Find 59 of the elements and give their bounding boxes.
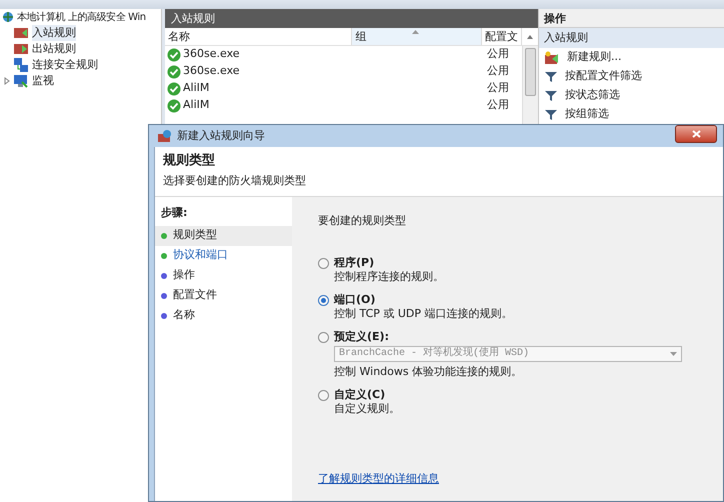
steps-title: 步骤: (160, 205, 188, 221)
rule-name: AliIM (182, 97, 210, 114)
action-link[interactable]: 按组筛选 (565, 106, 609, 123)
tree-item[interactable]: 入站规则 (32, 24, 76, 42)
option-description: 自定义规则。 (334, 402, 400, 416)
radio-button[interactable] (318, 332, 329, 342)
option-description: 控制程序连接的规则。 (334, 270, 444, 284)
option-label[interactable]: 程序(P) (334, 256, 444, 270)
option-label[interactable]: 端口(O) (334, 292, 513, 306)
action-link[interactable]: 按状态筛选 (565, 87, 620, 104)
step-item[interactable]: 配置文件 (155, 286, 292, 306)
radio-button[interactable] (318, 294, 329, 306)
panel-header: 入站规则 (165, 9, 538, 28)
step-item[interactable]: 名称 (155, 306, 292, 326)
rule-profile: 公用 (487, 97, 509, 114)
page-subheading: 选择要创建的防火墙规则类型 (163, 172, 307, 189)
panel-header: 操作 (539, 9, 724, 28)
rule-name: 360se.exe (182, 46, 241, 62)
column-header[interactable]: 配置文 (482, 28, 522, 45)
page-heading: 规则类型 (163, 153, 216, 169)
action-link[interactable]: 按配置文件筛选 (565, 68, 642, 85)
rule-profile: 公用 (487, 63, 509, 80)
rule-profile: 公用 (487, 46, 509, 62)
tree-root[interactable]: 本地计算机 上的高级安全 Win (17, 10, 146, 24)
step-item[interactable]: 规则类型 (155, 226, 292, 246)
step-item[interactable]: 协议和端口 (155, 246, 292, 266)
section-header[interactable]: 入站规则 (539, 28, 724, 48)
brick-wall-icon (13, 25, 29, 41)
tree-item[interactable]: 出站规则 (32, 40, 76, 58)
globe-icon (2, 11, 14, 23)
rule-profile: 公用 (487, 80, 509, 96)
monitor-icon (13, 73, 29, 89)
action-link[interactable]: 新建规则... (567, 49, 622, 66)
option-label[interactable]: 预定义(E): (334, 330, 682, 344)
filter-icon (545, 70, 557, 82)
tree-item[interactable]: 连接安全规则 (32, 56, 98, 74)
option-description: 控制 Windows 体验功能连接的规则。 (334, 364, 524, 378)
window-title: 新建入站规则向导 (177, 128, 265, 144)
tree-item[interactable]: 监视 (32, 72, 54, 90)
wizard-icon (158, 129, 172, 143)
close-button[interactable] (675, 125, 717, 143)
filter-icon (545, 90, 557, 102)
close-icon (692, 130, 700, 138)
filter-icon (545, 108, 557, 120)
radio-button[interactable] (318, 390, 329, 400)
column-header[interactable]: 组 (352, 28, 482, 45)
rule-name: AliIM (182, 80, 210, 96)
expand-icon[interactable] (4, 77, 10, 85)
brick-wall-icon (13, 41, 29, 57)
prompt-text: 要创建的规则类型 (318, 213, 407, 229)
option-description: 控制 TCP 或 UDP 端口连接的规则。 (334, 306, 513, 320)
rule-name: 360se.exe (182, 63, 241, 80)
help-link[interactable]: 了解规则类型的详细信息 (318, 470, 439, 487)
option-label[interactable]: 自定义(C) (334, 388, 400, 402)
computers-icon (13, 57, 29, 73)
radio-button[interactable] (318, 258, 329, 268)
caret-icon (670, 352, 677, 356)
new-rule-icon (545, 50, 559, 64)
step-item[interactable]: 操作 (155, 266, 292, 286)
